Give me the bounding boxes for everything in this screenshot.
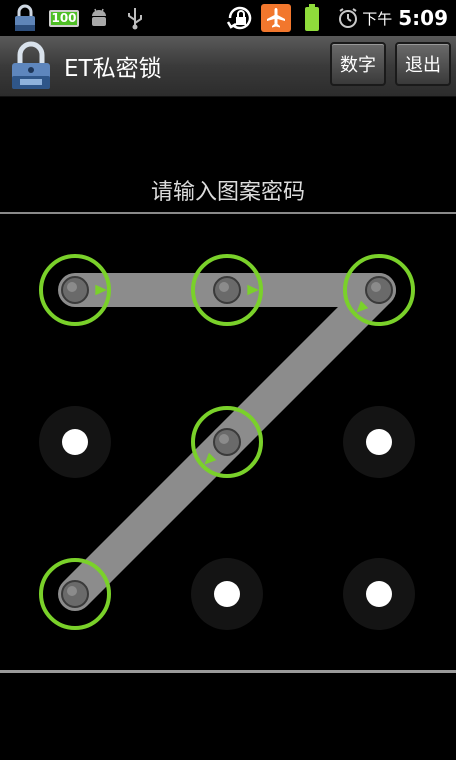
pattern-node-dot-highlight-2 (219, 282, 229, 292)
pattern-node-dot-highlight-5 (219, 434, 229, 444)
pattern-node-dot-highlight-1 (67, 282, 77, 292)
pattern-node-dot-9[interactable] (366, 581, 392, 607)
divider-bottom (0, 670, 456, 673)
pattern-node-dot-highlight-3 (371, 282, 381, 292)
pattern-lock-grid[interactable] (0, 0, 456, 760)
pattern-node-dot-6[interactable] (366, 429, 392, 455)
pattern-node-dot-4[interactable] (62, 429, 88, 455)
pattern-node-dot-8[interactable] (214, 581, 240, 607)
pattern-node-dot-highlight-7 (67, 586, 77, 596)
